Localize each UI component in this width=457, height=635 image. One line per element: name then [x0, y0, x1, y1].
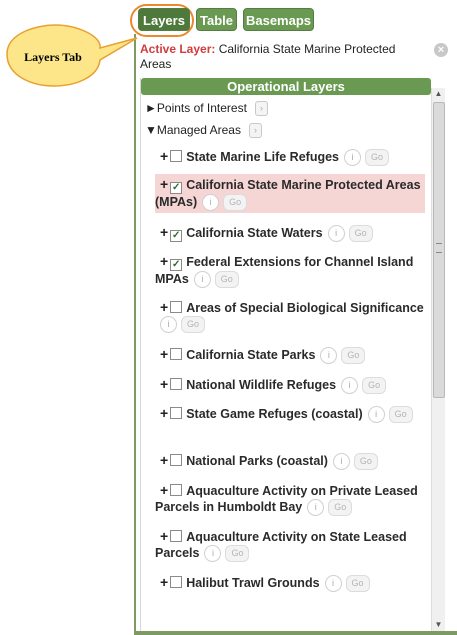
- info-icon[interactable]: i: [193, 271, 211, 289]
- close-icon[interactable]: ×: [434, 43, 448, 57]
- expand-plus-icon[interactable]: +: [160, 299, 168, 315]
- expand-arrow-icon[interactable]: ►: [145, 101, 157, 115]
- layer-checkbox[interactable]: [170, 407, 183, 419]
- layer-row: + Halibut Trawl Grounds i Go: [155, 574, 427, 593]
- go-button[interactable]: Go: [225, 545, 250, 563]
- collapse-arrow-icon[interactable]: ▼: [145, 123, 157, 137]
- layer-checkbox[interactable]: [170, 378, 183, 390]
- scroll-down-arrow-icon[interactable]: ▼: [432, 619, 445, 631]
- layer-row: + ✓ California State Waters i Go: [155, 224, 427, 243]
- layer-row: + National Parks (coastal) i Go: [155, 452, 427, 471]
- info-icon[interactable]: i: [307, 499, 325, 517]
- expand-plus-icon[interactable]: +: [160, 452, 168, 468]
- go-button[interactable]: Go: [353, 453, 378, 471]
- info-icon[interactable]: i: [367, 406, 385, 424]
- group-label: Points of Interest: [156, 101, 247, 115]
- info-icon[interactable]: i: [324, 575, 342, 593]
- layer-checkbox[interactable]: [170, 530, 183, 542]
- layer-label: California State Waters: [186, 226, 323, 240]
- go-button[interactable]: Go: [348, 225, 373, 243]
- layer-checkbox-checked[interactable]: ✓: [170, 182, 183, 194]
- layer-label: Aquaculture Activity on Private Leased P…: [155, 484, 418, 514]
- panel-frame-bottom: [134, 631, 457, 635]
- expand-plus-icon[interactable]: +: [160, 346, 168, 362]
- tab-table[interactable]: Table: [196, 8, 237, 31]
- active-layer-label: Active Layer:: [140, 42, 216, 56]
- group-options-button[interactable]: ›: [254, 101, 268, 117]
- layer-row: + Aquaculture Activity on Private Leased …: [155, 482, 427, 517]
- expand-plus-icon[interactable]: +: [160, 376, 168, 392]
- layer-checkbox[interactable]: [170, 454, 183, 466]
- layers-tab-callout: Layers Tab: [2, 20, 142, 90]
- expand-plus-icon[interactable]: +: [160, 224, 168, 240]
- info-icon[interactable]: i: [332, 453, 350, 471]
- go-button[interactable]: Go: [181, 316, 205, 334]
- info-icon[interactable]: i: [327, 225, 345, 243]
- layer-row: + State Game Refuges (coastal) i Go: [155, 405, 427, 424]
- layer-row: + State Marine Life Refuges i Go: [155, 148, 427, 167]
- expand-plus-icon[interactable]: +: [160, 253, 168, 269]
- go-button[interactable]: Go: [365, 149, 390, 167]
- layer-checkbox[interactable]: [170, 348, 183, 360]
- layer-checkbox[interactable]: [170, 150, 183, 162]
- layer-row-active: + ✓ California State Marine Protected Area…: [155, 174, 425, 214]
- expand-plus-icon[interactable]: +: [160, 405, 168, 421]
- go-button[interactable]: Go: [328, 499, 353, 517]
- expand-plus-icon[interactable]: +: [160, 482, 168, 498]
- go-button[interactable]: Go: [362, 377, 387, 395]
- expand-plus-icon[interactable]: +: [160, 528, 168, 544]
- layer-label: National Parks (coastal): [186, 454, 328, 468]
- layer-label: Halibut Trawl Grounds: [186, 576, 320, 590]
- group-label: Managed Areas: [156, 123, 241, 137]
- layer-row: + California State Parks i Go: [155, 346, 427, 365]
- info-icon[interactable]: i: [160, 316, 177, 334]
- expand-plus-icon[interactable]: +: [160, 176, 168, 192]
- layer-label: California State Parks: [186, 348, 316, 362]
- info-icon[interactable]: i: [320, 347, 338, 365]
- layer-row: + Aquaculture Activity on State Leased Pa…: [155, 528, 427, 563]
- scroll-up-arrow-icon[interactable]: ▲: [432, 88, 445, 100]
- callout-text: Layers Tab: [24, 50, 82, 64]
- info-icon[interactable]: i: [202, 194, 220, 212]
- layer-checkbox[interactable]: [170, 484, 183, 496]
- info-icon[interactable]: i: [344, 149, 362, 167]
- info-icon[interactable]: i: [341, 377, 359, 395]
- group-managed-areas[interactable]: ▼Managed Areas ›: [145, 122, 262, 139]
- layer-checkbox-checked[interactable]: ✓: [170, 259, 183, 271]
- layer-row: + ✓ Federal Extensions for Channel Island …: [155, 253, 427, 289]
- layer-checkbox[interactable]: [170, 576, 183, 588]
- layer-label: Areas of Special Biological Significance: [186, 301, 424, 315]
- layer-checkbox-checked[interactable]: ✓: [170, 230, 183, 242]
- panel-frame-left: [134, 34, 136, 635]
- group-options-button[interactable]: ›: [248, 123, 262, 139]
- layer-checkbox[interactable]: [170, 301, 183, 313]
- layer-label: California State Marine Protected Areas …: [155, 178, 421, 209]
- go-button[interactable]: Go: [214, 271, 239, 289]
- go-button[interactable]: Go: [345, 575, 370, 593]
- tab-basemaps[interactable]: Basemaps: [243, 8, 314, 31]
- grip-icon: [436, 243, 442, 253]
- active-layer-line: Active Layer: California State Marine Pr…: [140, 42, 428, 72]
- layer-row: + National Wildlife Refuges i Go: [155, 376, 427, 395]
- tab-layers[interactable]: Layers: [138, 8, 190, 31]
- layer-label: State Marine Life Refuges: [186, 150, 340, 164]
- scrollbar-thumb[interactable]: [433, 102, 445, 398]
- expand-plus-icon[interactable]: +: [160, 148, 168, 164]
- expand-plus-icon[interactable]: +: [160, 574, 168, 590]
- operational-layers-header: Operational Layers: [141, 78, 431, 95]
- layer-label: State Game Refuges (coastal): [186, 407, 363, 421]
- layer-row: + Areas of Special Biological Significanc…: [155, 299, 427, 334]
- scrollbar[interactable]: ▲ ▼: [431, 88, 445, 631]
- operational-layers-panel: Operational Layers ►Points of Interest › …: [140, 78, 431, 631]
- layer-label: Aquaculture Activity on State Leased Par…: [155, 530, 407, 560]
- go-button[interactable]: Go: [223, 194, 248, 212]
- go-button[interactable]: Go: [341, 347, 366, 365]
- info-icon[interactable]: i: [204, 545, 222, 563]
- layer-label: National Wildlife Refuges: [186, 378, 337, 392]
- go-button[interactable]: Go: [388, 406, 413, 424]
- group-points-of-interest[interactable]: ►Points of Interest ›: [145, 100, 268, 117]
